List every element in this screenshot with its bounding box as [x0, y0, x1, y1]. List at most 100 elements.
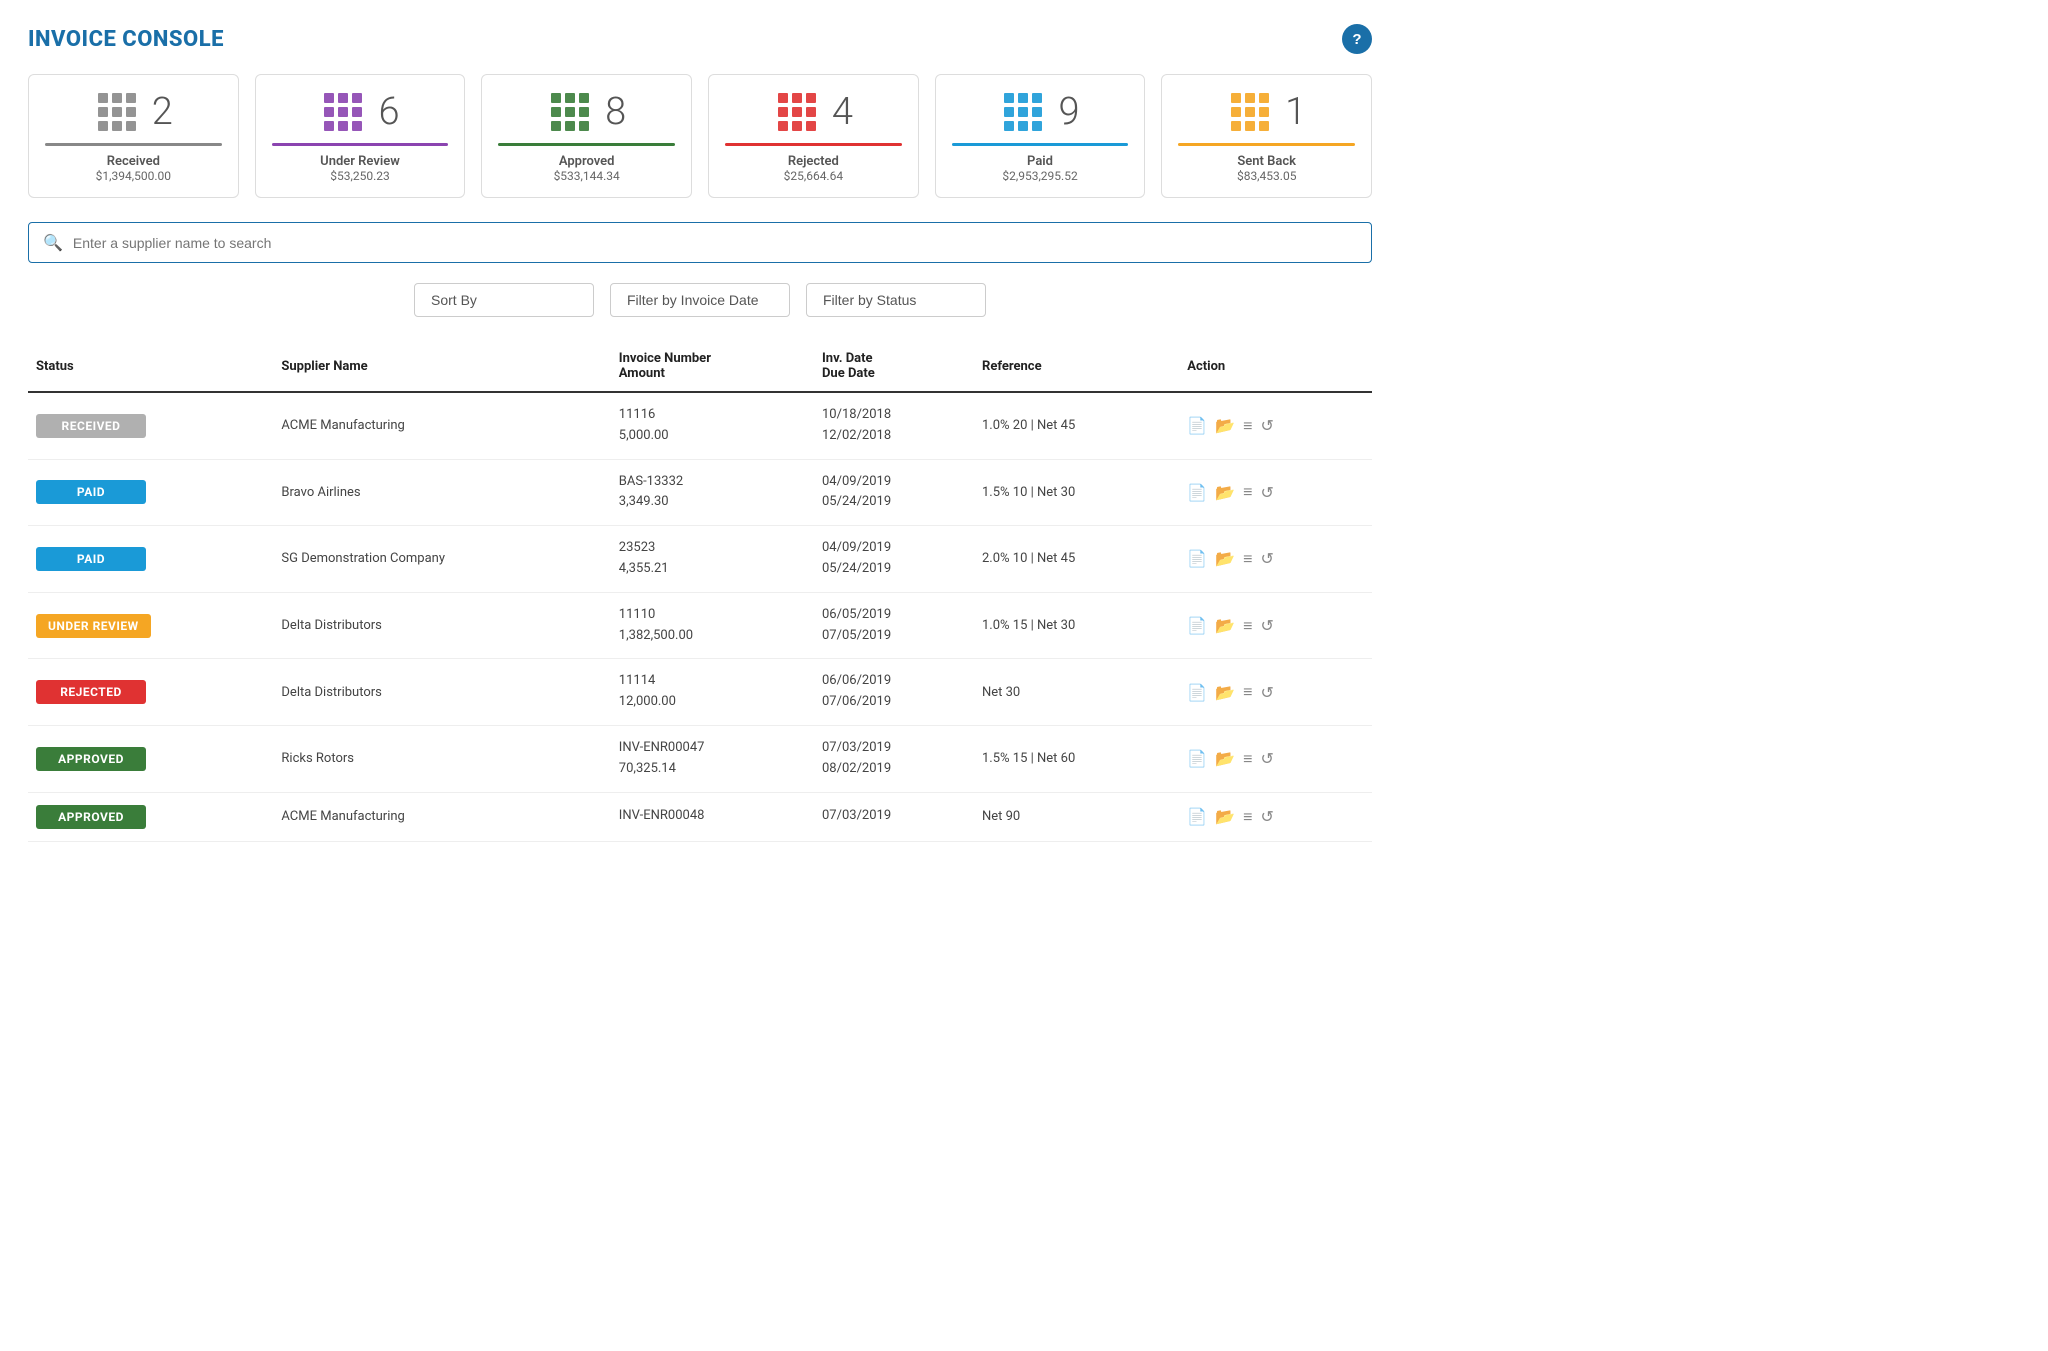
- cell-dates-4: 06/06/201907/06/2019: [814, 659, 974, 726]
- action-list-icon-3[interactable]: ≡: [1243, 616, 1252, 636]
- stat-amount-received: $1,394,500.00: [96, 169, 171, 183]
- table-row: PAID Bravo Airlines BAS-133323,349.30 04…: [28, 459, 1372, 526]
- action-list-icon-1[interactable]: ≡: [1243, 482, 1252, 502]
- stat-amount-rejected: $25,664.64: [784, 169, 843, 183]
- action-edit-icon-3[interactable]: ↺: [1260, 616, 1273, 635]
- action-edit-icon-4[interactable]: ↺: [1260, 683, 1273, 702]
- action-edit-icon-6[interactable]: ↺: [1260, 807, 1273, 826]
- action-folder-icon-6[interactable]: 📂: [1215, 807, 1235, 826]
- action-list-icon-4[interactable]: ≡: [1243, 682, 1252, 702]
- stat-count-under-review: 6: [378, 93, 399, 131]
- action-doc-icon-3[interactable]: 📄: [1187, 616, 1207, 635]
- cell-reference-2: 2.0% 10 | Net 45: [974, 526, 1179, 593]
- table-header-row: Status Supplier Name Invoice NumberAmoun…: [28, 341, 1372, 392]
- action-doc-icon-6[interactable]: 📄: [1187, 807, 1207, 826]
- stat-icon-paid: [1000, 89, 1046, 135]
- action-folder-icon-5[interactable]: 📂: [1215, 749, 1235, 768]
- stat-card-rejected[interactable]: 4 Rejected $25,664.64: [708, 74, 919, 198]
- status-badge-0: RECEIVED: [36, 414, 146, 438]
- table-row: APPROVED ACME Manufacturing INV-ENR00048…: [28, 792, 1372, 841]
- table-row: APPROVED Ricks Rotors INV-ENR0004770,325…: [28, 725, 1372, 792]
- cell-actions-0: 📄 📂 ≡ ↺: [1179, 392, 1372, 459]
- stat-label-under-review: Under Review: [320, 154, 400, 169]
- stat-divider-approved: [498, 143, 675, 146]
- filter-status-select[interactable]: Filter by Status: [806, 283, 986, 317]
- stat-card-sent-back[interactable]: 1 Sent Back $83,453.05: [1161, 74, 1372, 198]
- stat-count-paid: 9: [1058, 93, 1079, 131]
- cell-invoice-1: BAS-133323,349.30: [611, 459, 814, 526]
- stat-card-approved[interactable]: 8 Approved $533,144.34: [481, 74, 692, 198]
- action-list-icon-0[interactable]: ≡: [1243, 416, 1252, 436]
- cell-actions-5: 📄 📂 ≡ ↺: [1179, 725, 1372, 792]
- action-icons-6: 📄 📂 ≡ ↺: [1187, 807, 1364, 827]
- stat-icon-approved: [547, 89, 593, 135]
- stat-divider-sent-back: [1178, 143, 1355, 146]
- action-icons-3: 📄 📂 ≡ ↺: [1187, 616, 1364, 636]
- action-folder-icon-3[interactable]: 📂: [1215, 616, 1235, 635]
- cell-dates-0: 10/18/201812/02/2018: [814, 392, 974, 459]
- cell-status-3: UNDER REVIEW: [28, 592, 273, 659]
- table-row: REJECTED Delta Distributors 1111412,000.…: [28, 659, 1372, 726]
- cell-dates-1: 04/09/201905/24/2019: [814, 459, 974, 526]
- cell-invoice-3: 111101,382,500.00: [611, 592, 814, 659]
- action-edit-icon-1[interactable]: ↺: [1260, 483, 1273, 502]
- cell-supplier-2: SG Demonstration Company: [273, 526, 610, 593]
- stat-card-paid[interactable]: 9 Paid $2,953,295.52: [935, 74, 1146, 198]
- stats-row: 2 Received $1,394,500.00 6 Under Review …: [28, 74, 1372, 198]
- cell-status-4: REJECTED: [28, 659, 273, 726]
- stat-card-under-review[interactable]: 6 Under Review $53,250.23: [255, 74, 466, 198]
- action-edit-icon-0[interactable]: ↺: [1260, 416, 1273, 435]
- cell-reference-0: 1.0% 20 | Net 45: [974, 392, 1179, 459]
- action-folder-icon-0[interactable]: 📂: [1215, 416, 1235, 435]
- action-edit-icon-2[interactable]: ↺: [1260, 549, 1273, 568]
- action-doc-icon-5[interactable]: 📄: [1187, 749, 1207, 768]
- cell-dates-3: 06/05/201907/05/2019: [814, 592, 974, 659]
- stat-divider-paid: [952, 143, 1129, 146]
- action-folder-icon-1[interactable]: 📂: [1215, 483, 1235, 502]
- cell-actions-4: 📄 📂 ≡ ↺: [1179, 659, 1372, 726]
- page-header: INVOICE CONSOLE ?: [28, 24, 1372, 54]
- stat-label-rejected: Rejected: [788, 154, 839, 169]
- help-button[interactable]: ?: [1342, 24, 1372, 54]
- stat-card-received[interactable]: 2 Received $1,394,500.00: [28, 74, 239, 198]
- cell-invoice-2: 235234,355.21: [611, 526, 814, 593]
- action-list-icon-2[interactable]: ≡: [1243, 549, 1252, 569]
- action-list-icon-5[interactable]: ≡: [1243, 749, 1252, 769]
- stat-amount-paid: $2,953,295.52: [1002, 169, 1077, 183]
- action-folder-icon-2[interactable]: 📂: [1215, 549, 1235, 568]
- action-doc-icon-4[interactable]: 📄: [1187, 683, 1207, 702]
- action-edit-icon-5[interactable]: ↺: [1260, 749, 1273, 768]
- stat-amount-sent-back: $83,453.05: [1237, 169, 1296, 183]
- cell-reference-3: 1.0% 15 | Net 30: [974, 592, 1179, 659]
- cell-status-6: APPROVED: [28, 792, 273, 841]
- table-row: PAID SG Demonstration Company 235234,355…: [28, 526, 1372, 593]
- stat-label-received: Received: [107, 154, 160, 169]
- filter-date-select[interactable]: Filter by Invoice Date: [610, 283, 790, 317]
- cell-reference-4: Net 30: [974, 659, 1179, 726]
- action-icons-0: 📄 📂 ≡ ↺: [1187, 416, 1364, 436]
- cell-supplier-3: Delta Distributors: [273, 592, 610, 659]
- invoice-table: Status Supplier Name Invoice NumberAmoun…: [28, 341, 1372, 842]
- search-input[interactable]: [73, 235, 1357, 251]
- cell-invoice-6: INV-ENR00048: [611, 792, 814, 841]
- stat-amount-approved: $533,144.34: [554, 169, 620, 183]
- status-badge-2: PAID: [36, 547, 146, 571]
- action-doc-icon-0[interactable]: 📄: [1187, 416, 1207, 435]
- sort-by-select[interactable]: Sort By: [414, 283, 594, 317]
- action-doc-icon-2[interactable]: 📄: [1187, 549, 1207, 568]
- action-icons-5: 📄 📂 ≡ ↺: [1187, 749, 1364, 769]
- action-doc-icon-1[interactable]: 📄: [1187, 483, 1207, 502]
- cell-supplier-6: ACME Manufacturing: [273, 792, 610, 841]
- action-folder-icon-4[interactable]: 📂: [1215, 683, 1235, 702]
- cell-supplier-0: ACME Manufacturing: [273, 392, 610, 459]
- cell-invoice-5: INV-ENR0004770,325.14: [611, 725, 814, 792]
- cell-actions-3: 📄 📂 ≡ ↺: [1179, 592, 1372, 659]
- col-reference: Reference: [974, 341, 1179, 392]
- col-dates: Inv. DateDue Date: [814, 341, 974, 392]
- stat-top: 2: [94, 89, 173, 135]
- action-list-icon-6[interactable]: ≡: [1243, 807, 1252, 827]
- cell-status-1: PAID: [28, 459, 273, 526]
- cell-actions-6: 📄 📂 ≡ ↺: [1179, 792, 1372, 841]
- cell-actions-1: 📄 📂 ≡ ↺: [1179, 459, 1372, 526]
- stat-divider-received: [45, 143, 222, 146]
